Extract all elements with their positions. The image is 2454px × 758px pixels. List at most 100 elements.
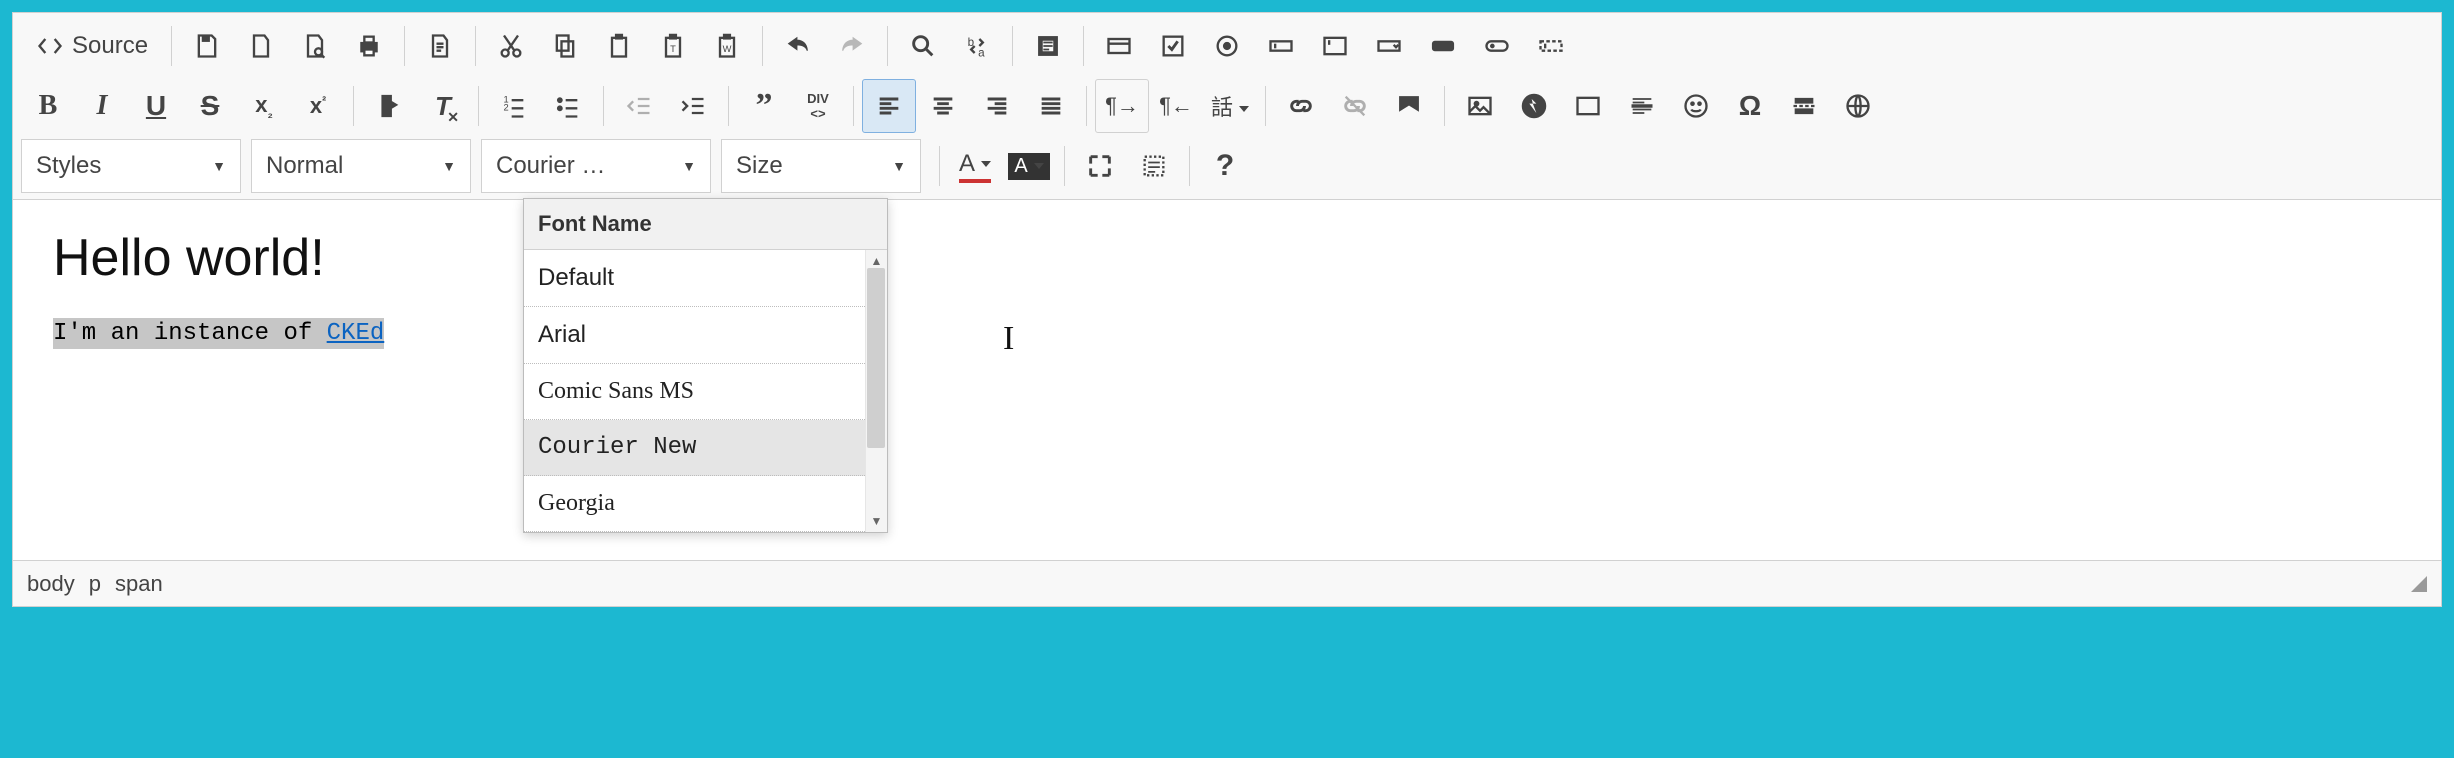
link-button[interactable] (1274, 79, 1328, 133)
checkbox-button[interactable] (1146, 19, 1200, 73)
strike-button[interactable]: S (183, 79, 237, 133)
align-center-button[interactable] (916, 79, 970, 133)
replace-button[interactable]: ba (950, 19, 1004, 73)
superscript-icon: x² (310, 93, 326, 119)
paragraph: I'm an instance of CKEd (53, 320, 2401, 347)
create-div-button[interactable]: DIV<> (791, 79, 845, 133)
imagebutton-button[interactable] (1470, 19, 1524, 73)
find-button[interactable] (896, 19, 950, 73)
anchor-button[interactable] (1382, 79, 1436, 133)
outdent-button[interactable] (612, 79, 666, 133)
indent-button[interactable] (666, 79, 720, 133)
page-break-button[interactable] (1777, 79, 1831, 133)
bidi-ltr-button[interactable]: ¶→ (1095, 79, 1149, 133)
path-segment[interactable]: body (27, 571, 75, 596)
numbered-list-button[interactable]: 12 (487, 79, 541, 133)
font-combo[interactable]: Courier … ▼ (481, 139, 711, 193)
paste-text-button[interactable]: T (646, 19, 700, 73)
align-left-button[interactable] (862, 79, 916, 133)
path-segment[interactable]: p (89, 571, 101, 596)
hiddenfield-button[interactable] (1524, 19, 1578, 73)
copy-button[interactable] (538, 19, 592, 73)
align-right-button[interactable] (970, 79, 1024, 133)
chevron-down-icon: ▼ (892, 158, 906, 174)
source-button[interactable]: Source (21, 19, 163, 73)
textarea-button[interactable] (1308, 19, 1362, 73)
undo-button[interactable] (771, 19, 825, 73)
scroll-thumb[interactable] (867, 268, 885, 448)
editor-content[interactable]: Hello world! I'm an instance of CKEd I F… (13, 200, 2441, 560)
horizontal-rule-button[interactable] (1615, 79, 1669, 133)
radio-button[interactable] (1200, 19, 1254, 73)
size-combo[interactable]: Size ▼ (721, 139, 921, 193)
remove-format-icon: T✕ (435, 91, 451, 122)
toolbar-row-3: Styles ▼ Normal ▼ Courier … ▼ Size ▼ A A (21, 139, 2433, 199)
bg-color-icon: A (1008, 153, 1049, 180)
svg-text:T: T (670, 44, 676, 54)
align-justify-button[interactable] (1024, 79, 1078, 133)
button-button[interactable] (1416, 19, 1470, 73)
smiley-button[interactable] (1669, 79, 1723, 133)
separator (1265, 86, 1266, 126)
font-dropdown-title: Font Name (524, 199, 887, 250)
selected-text: I'm an instance of CKEd (53, 318, 384, 349)
font-dropdown-list: DefaultArialComic Sans MSCourier NewGeor… (524, 250, 887, 532)
copy-formatting-button[interactable] (362, 79, 416, 133)
cut-button[interactable] (484, 19, 538, 73)
font-option[interactable]: Default (524, 250, 887, 307)
iframe-button[interactable] (1831, 79, 1885, 133)
text-color-icon: A (959, 150, 991, 183)
text-color-button[interactable]: A (948, 139, 1002, 193)
print-button[interactable] (342, 19, 396, 73)
link[interactable]: CKEd (327, 320, 385, 347)
preview-button[interactable] (288, 19, 342, 73)
maximize-button[interactable] (1073, 139, 1127, 193)
superscript-button[interactable]: x² (291, 79, 345, 133)
save-button[interactable] (180, 19, 234, 73)
font-option[interactable]: Courier New (524, 420, 887, 476)
table-button[interactable] (1561, 79, 1615, 133)
new-page-button[interactable] (234, 19, 288, 73)
subscript-button[interactable]: x₂ (237, 79, 291, 133)
about-button[interactable]: ? (1198, 139, 1252, 193)
font-option[interactable]: Arial (524, 307, 887, 364)
font-option[interactable]: Georgia (524, 476, 887, 532)
paste-word-button[interactable]: W (700, 19, 754, 73)
bold-button[interactable]: B (21, 79, 75, 133)
quote-icon: ” (756, 87, 773, 125)
select-all-button[interactable] (1021, 19, 1075, 73)
div-icon: DIV<> (807, 91, 829, 121)
path-segment[interactable]: span (115, 571, 163, 596)
select-button[interactable] (1362, 19, 1416, 73)
elements-path: bodypspan (27, 571, 177, 597)
question-icon: ? (1216, 149, 1234, 183)
format-combo[interactable]: Normal ▼ (251, 139, 471, 193)
unlink-button[interactable] (1328, 79, 1382, 133)
form-button[interactable] (1092, 19, 1146, 73)
separator (1189, 146, 1190, 186)
image-button[interactable] (1453, 79, 1507, 133)
flash-button[interactable] (1507, 79, 1561, 133)
styles-combo[interactable]: Styles ▼ (21, 139, 241, 193)
resize-handle[interactable] (2411, 576, 2427, 592)
scroll-down-icon[interactable]: ▼ (871, 510, 883, 532)
underline-button[interactable]: U (129, 79, 183, 133)
show-blocks-button[interactable] (1127, 139, 1181, 193)
templates-button[interactable] (413, 19, 467, 73)
chevron-down-icon: ▼ (212, 158, 226, 174)
bidi-rtl-button[interactable]: ¶← (1149, 79, 1203, 133)
separator (728, 86, 729, 126)
blockquote-button[interactable]: ” (737, 79, 791, 133)
italic-button[interactable]: I (75, 79, 129, 133)
language-button[interactable]: 話 (1203, 79, 1257, 133)
paste-button[interactable] (592, 19, 646, 73)
bulleted-list-button[interactable] (541, 79, 595, 133)
font-option[interactable]: Comic Sans MS (524, 364, 887, 420)
scrollbar[interactable]: ▲ ▼ (865, 250, 887, 532)
special-char-button[interactable]: Ω (1723, 79, 1777, 133)
remove-format-button[interactable]: T✕ (416, 79, 470, 133)
separator (1012, 26, 1013, 66)
textfield-button[interactable] (1254, 19, 1308, 73)
bg-color-button[interactable]: A (1002, 139, 1056, 193)
redo-button[interactable] (825, 19, 879, 73)
